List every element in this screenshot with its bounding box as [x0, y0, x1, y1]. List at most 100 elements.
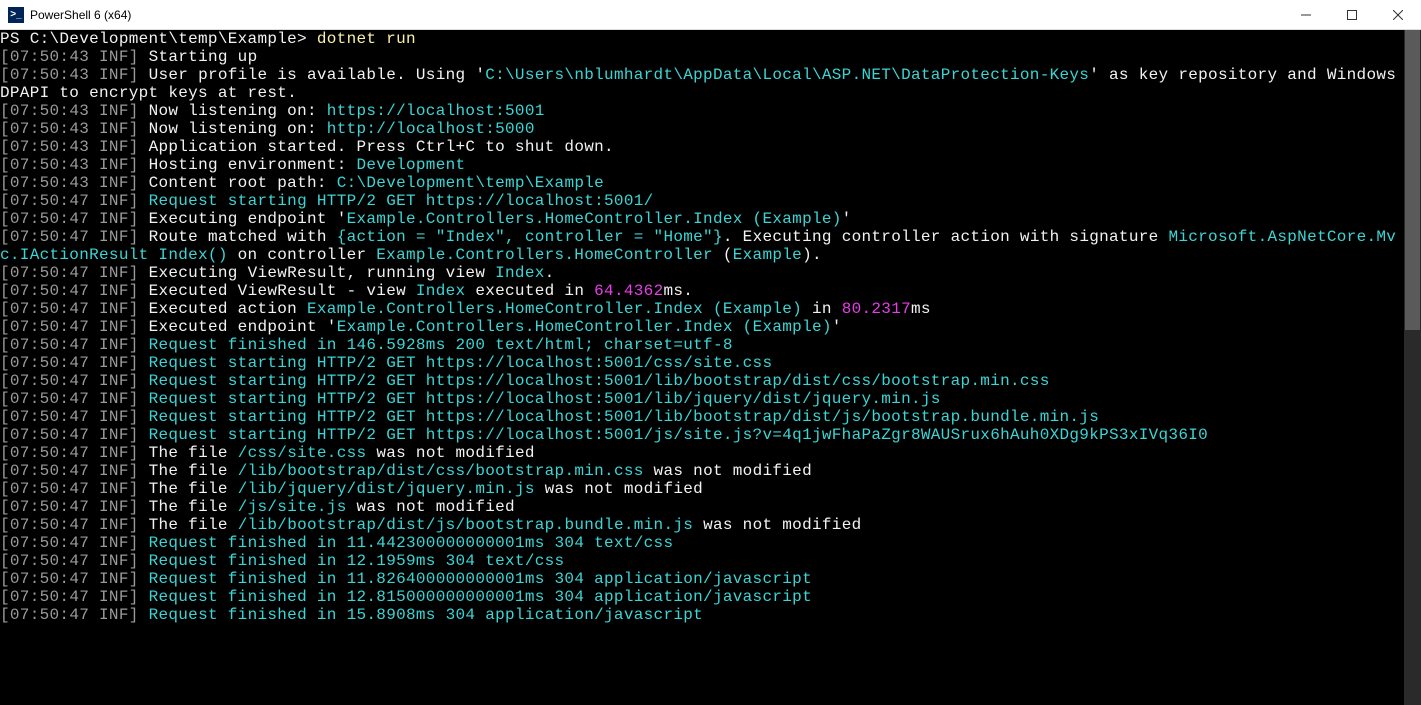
log-msg: ). [802, 246, 822, 264]
action: Example.Controllers.HomeController.Index… [307, 300, 802, 318]
path: C:\Development\temp\Example [337, 174, 604, 192]
log-ts: [07:50:47 INF] [0, 444, 139, 462]
log-msg: Content root path: [149, 174, 337, 192]
log-msg: Application started. Press Ctrl+C to shu… [149, 138, 614, 156]
log-ts: [07:50:47 INF] [0, 408, 139, 426]
endpoint: Example.Controllers.HomeController.Index… [337, 318, 832, 336]
log-ts: [07:50:47 INF] [0, 282, 139, 300]
log-msg: was not modified [644, 462, 812, 480]
log-ts: [07:50:47 INF] [0, 534, 139, 552]
log-ts: [07:50:43 INF] [0, 138, 139, 156]
terminal-area: PS C:\Development\temp\Example> dotnet r… [0, 30, 1421, 705]
log-ts: [07:50:47 INF] [0, 228, 139, 246]
log-msg: The file [149, 480, 238, 498]
log-msg: Starting up [149, 48, 258, 66]
log-msg: . Executing controller action with signa… [723, 228, 1169, 246]
log-ts: [07:50:43 INF] [0, 120, 139, 138]
log-ts: [07:50:47 INF] [0, 318, 139, 336]
endpoint: Example.Controllers.HomeController.Index… [347, 210, 842, 228]
request: Request starting HTTP/2 GET https://loca… [149, 354, 793, 372]
log-msg: ms. [663, 282, 693, 300]
log-ts: [07:50:47 INF] [0, 336, 139, 354]
log-ts: [07:50:47 INF] [0, 480, 139, 498]
file-path: /lib/bootstrap/dist/js/bootstrap.bundle.… [238, 516, 693, 534]
request: Request starting HTTP/2 GET https://loca… [149, 192, 674, 210]
terminal-output[interactable]: PS C:\Development\temp\Example> dotnet r… [0, 30, 1404, 705]
command: dotnet run [317, 30, 416, 48]
log-msg: Executing endpoint ' [149, 210, 347, 228]
log-msg: Route matched with [149, 228, 337, 246]
url: http://localhost:5000 [327, 120, 535, 138]
log-ts: [07:50:47 INF] [0, 264, 139, 282]
log-ts: [07:50:47 INF] [0, 192, 139, 210]
view: Index [416, 282, 466, 300]
log-msg: was not modified [535, 480, 703, 498]
log-msg: ' [832, 318, 842, 336]
app: Example [733, 246, 802, 264]
log-ts: [07:50:47 INF] [0, 426, 139, 444]
powershell-icon: >_ [8, 7, 24, 23]
log-ts: [07:50:47 INF] [0, 390, 139, 408]
scrollbar-thumb[interactable] [1405, 30, 1420, 330]
request-finished: Request finished in 11.826400000000001ms… [149, 570, 812, 588]
log-ts: [07:50:47 INF] [0, 552, 139, 570]
log-msg: was not modified [366, 444, 534, 462]
request: Request starting HTTP/2 GET https://loca… [149, 408, 1119, 426]
window-title: PowerShell 6 (x64) [30, 8, 131, 22]
log-ts: [07:50:47 INF] [0, 462, 139, 480]
log-msg: The file [149, 498, 238, 516]
request: Request starting HTTP/2 GET https://loca… [149, 372, 1070, 390]
log-ts: [07:50:47 INF] [0, 516, 139, 534]
log-msg: in [802, 300, 842, 318]
log-ts: [07:50:47 INF] [0, 210, 139, 228]
log-ts: [07:50:47 INF] [0, 354, 139, 372]
close-button[interactable] [1375, 0, 1421, 29]
request-finished: Request finished in 12.1959ms 304 text/c… [149, 552, 565, 570]
path: C:\Users\nblumhardt\AppData\Local\ASP.NE… [485, 66, 1089, 84]
log-msg: ( [713, 246, 733, 264]
log-ts: [07:50:47 INF] [0, 588, 139, 606]
log-msg: ms [911, 300, 931, 318]
prompt: PS C:\Development\temp\Example> [0, 30, 317, 48]
route-tokens: {action = "Index", controller = "Home"} [337, 228, 723, 246]
log-msg: The file [149, 444, 238, 462]
log-msg: . [545, 264, 555, 282]
log-msg: ' [842, 210, 852, 228]
view: Index [495, 264, 545, 282]
log-msg: was not modified [347, 498, 515, 516]
log-msg: Executed action [149, 300, 307, 318]
minimize-button[interactable] [1283, 0, 1329, 29]
request-finished: Request finished in 12.815000000000001ms… [149, 588, 812, 606]
controller: Example.Controllers.HomeController [376, 246, 713, 264]
log-ts: [07:50:47 INF] [0, 606, 139, 624]
request-finished: Request finished in 15.8908ms 304 applic… [149, 606, 704, 624]
log-ts: [07:50:43 INF] [0, 102, 139, 120]
request-finished: Request finished in 146.5928ms 200 text/… [149, 336, 733, 354]
env: Development [357, 156, 466, 174]
log-ts: [07:50:47 INF] [0, 498, 139, 516]
log-msg: Executed ViewResult - view [149, 282, 416, 300]
log-msg: Now listening on: [149, 120, 327, 138]
log-ts: [07:50:43 INF] [0, 156, 139, 174]
duration: 64.4362 [594, 282, 663, 300]
log-msg: User profile is available. Using ' [149, 66, 486, 84]
log-msg: executed in [465, 282, 594, 300]
duration: 80.2317 [842, 300, 911, 318]
vertical-scrollbar[interactable] [1404, 30, 1421, 705]
file-path: /lib/jquery/dist/jquery.min.js [238, 480, 535, 498]
log-msg: Executing ViewResult, running view [149, 264, 496, 282]
log-ts: [07:50:43 INF] [0, 48, 139, 66]
log-msg: Now listening on: [149, 102, 327, 120]
log-msg: Executed endpoint ' [149, 318, 337, 336]
file-path: /css/site.css [238, 444, 367, 462]
file-path: /lib/bootstrap/dist/css/bootstrap.min.cs… [238, 462, 644, 480]
window-controls [1283, 0, 1421, 29]
log-msg: The file [149, 462, 238, 480]
file-path: /js/site.js [238, 498, 347, 516]
log-ts: [07:50:47 INF] [0, 570, 139, 588]
request: Request starting HTTP/2 GET https://loca… [149, 426, 1228, 444]
log-ts: [07:50:47 INF] [0, 300, 139, 318]
maximize-button[interactable] [1329, 0, 1375, 29]
log-ts: [07:50:47 INF] [0, 372, 139, 390]
title-bar[interactable]: >_ PowerShell 6 (x64) [0, 0, 1421, 30]
